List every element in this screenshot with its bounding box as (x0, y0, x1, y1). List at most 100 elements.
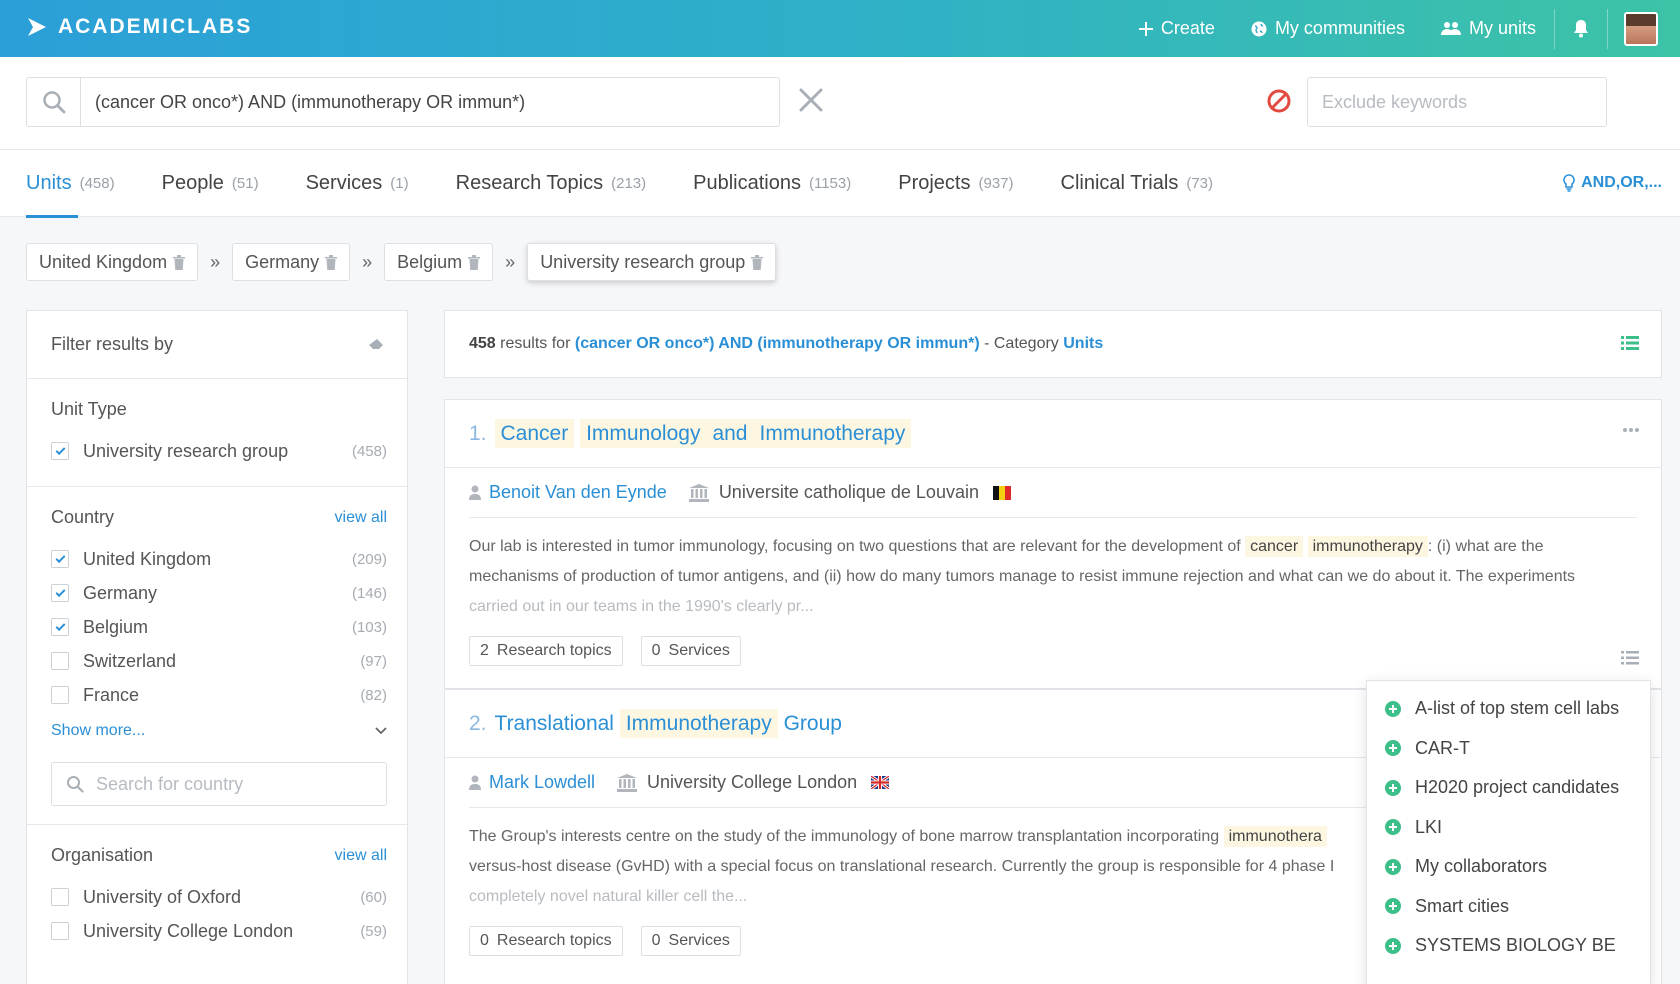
search-input[interactable] (81, 78, 779, 126)
show-more-link[interactable]: Show more... (51, 722, 387, 740)
filter-option[interactable]: Germany (146) (51, 576, 387, 610)
filter-option[interactable]: Switzerland (97) (51, 644, 387, 678)
tab-projects[interactable]: Projects (937) (898, 150, 1013, 217)
filter-chip-belgium[interactable]: Belgium (384, 243, 494, 281)
option-count: (97) (360, 652, 387, 670)
checkbox[interactable] (51, 652, 69, 670)
menu-item-h2020[interactable]: H2020 project candidates (1367, 768, 1650, 808)
institution-name: University College London (647, 772, 858, 792)
option-label: University College London (83, 920, 294, 941)
close-icon[interactable] (796, 85, 826, 115)
chevron-down-icon (375, 727, 387, 735)
list-icon[interactable] (1621, 335, 1639, 351)
research-topics-button[interactable]: 2 Research topics (469, 636, 623, 666)
plus-circle-icon (1385, 819, 1401, 836)
pill-label: Services (668, 642, 730, 659)
tab-count: (458) (79, 175, 115, 192)
description-text: The Group's interests centre on the stud… (469, 828, 1220, 845)
menu-item-my-collaborators[interactable]: My collaborators (1367, 847, 1650, 887)
chip-label: Belgium (397, 251, 463, 272)
uk-flag-icon (871, 776, 890, 789)
menu-item-label: My collaborators (1415, 856, 1548, 877)
trash-icon[interactable] (325, 254, 338, 270)
description-fade-text: completely novel natural killer cell the… (469, 888, 748, 905)
search-bar (0, 57, 1680, 150)
search-syntax-tip[interactable]: AND,OR,... (1563, 174, 1662, 192)
checkbox[interactable] (51, 686, 69, 704)
filter-option[interactable]: University College London (59) (51, 914, 387, 948)
create-button[interactable]: Create (1121, 18, 1233, 39)
menu-item-label: Smart cities (1415, 895, 1510, 916)
country-section: Country view all United Kingdom (209) Ge… (27, 487, 407, 825)
more-options-icon[interactable] (1623, 428, 1639, 432)
person-link[interactable]: Mark Lowdell (489, 772, 595, 793)
menu-item-car-t[interactable]: CAR-T (1367, 729, 1650, 769)
filter-option[interactable]: France (82) (51, 678, 387, 712)
research-topics-button[interactable]: 0 Research topics (469, 926, 623, 956)
tab-services[interactable]: Services (1) (306, 150, 409, 217)
tab-research-topics[interactable]: Research Topics (213) (456, 150, 647, 217)
highlight-word: Immunology (580, 418, 707, 448)
chip-label: University research group (540, 251, 746, 272)
ban-icon[interactable] (1266, 88, 1292, 114)
tab-people[interactable]: People (51) (162, 150, 259, 217)
filter-chip-united-kingdom[interactable]: United Kingdom (26, 243, 199, 281)
tab-clinical-trials[interactable]: Clinical Trials (73) (1061, 150, 1214, 217)
menu-item-systems-biology[interactable]: SYSTEMS BIOLOGY BE (1367, 926, 1650, 966)
top-bar: ACADEMICLABS Create My communities My un… (0, 0, 1680, 57)
filter-title: Filter results by (51, 334, 174, 354)
tab-units[interactable]: Units (458) (26, 150, 115, 218)
show-more-label: Show more... (51, 722, 146, 739)
menu-item-a-list[interactable]: A-list of top stem cell labs (1367, 689, 1650, 729)
filter-chip-university-research-group[interactable]: University research group (527, 243, 777, 281)
option-label: Germany (83, 582, 158, 603)
eraser-icon[interactable] (369, 338, 383, 351)
notifications-button[interactable] (1555, 19, 1607, 38)
filter-option[interactable]: University of Oxford (60) (51, 880, 387, 914)
tab-count: (213) (611, 175, 647, 192)
country-view-all-link[interactable]: view all (335, 509, 387, 527)
filter-option[interactable]: United Kingdom (209) (51, 542, 387, 576)
breadcrumb-separator: » (505, 251, 516, 272)
checkbox[interactable] (51, 922, 69, 940)
services-button[interactable]: 0 Services (640, 636, 741, 666)
checkbox[interactable] (51, 584, 69, 602)
filter-option[interactable]: Belgium (103) (51, 610, 387, 644)
user-icon (469, 775, 481, 790)
brand-logo[interactable]: ACADEMICLABS (26, 12, 252, 42)
checkbox[interactable] (51, 442, 69, 460)
result-number: 2. (469, 711, 487, 735)
add-to-list-icon[interactable] (1621, 650, 1639, 666)
tab-publications[interactable]: Publications (1153) (693, 150, 851, 217)
pill-count: 2 (480, 642, 489, 659)
result-number: 1. (469, 421, 487, 445)
my-communities-button[interactable]: My communities (1233, 18, 1423, 39)
organisation-view-all-link[interactable]: view all (335, 847, 387, 865)
filter-chip-germany[interactable]: Germany (232, 243, 351, 281)
plus-circle-icon (1385, 779, 1401, 796)
exclude-keywords-input[interactable] (1308, 78, 1606, 126)
checkbox[interactable] (51, 618, 69, 636)
tab-count: (73) (1186, 175, 1214, 192)
trash-icon[interactable] (751, 254, 764, 270)
option-count: (59) (360, 922, 387, 940)
pill-count: 0 (651, 932, 661, 949)
checkbox[interactable] (51, 888, 69, 906)
country-search-input[interactable] (96, 773, 386, 795)
search-icon-cell[interactable] (27, 78, 81, 126)
tab-label: Services (305, 172, 383, 194)
bell-icon (1574, 19, 1588, 37)
menu-item-lki[interactable]: LKI (1367, 808, 1650, 848)
filter-option[interactable]: University research group (458) (51, 434, 387, 468)
avatar[interactable] (1624, 11, 1658, 46)
checkbox[interactable] (51, 550, 69, 568)
result-title-link[interactable]: Cancer Immunology and Immunotherapy (494, 418, 912, 448)
result-title-link[interactable]: Translational Immunotherapy Group (495, 708, 842, 738)
trash-icon[interactable] (173, 254, 186, 270)
services-button[interactable]: 0 Services (640, 926, 741, 956)
menu-item-smart-cities[interactable]: Smart cities (1367, 887, 1650, 927)
person-link[interactable]: Benoit Van den Eynde (489, 482, 667, 503)
my-units-button[interactable]: My units (1423, 18, 1554, 39)
trash-icon[interactable] (468, 254, 481, 270)
title-word: Group (783, 711, 842, 735)
